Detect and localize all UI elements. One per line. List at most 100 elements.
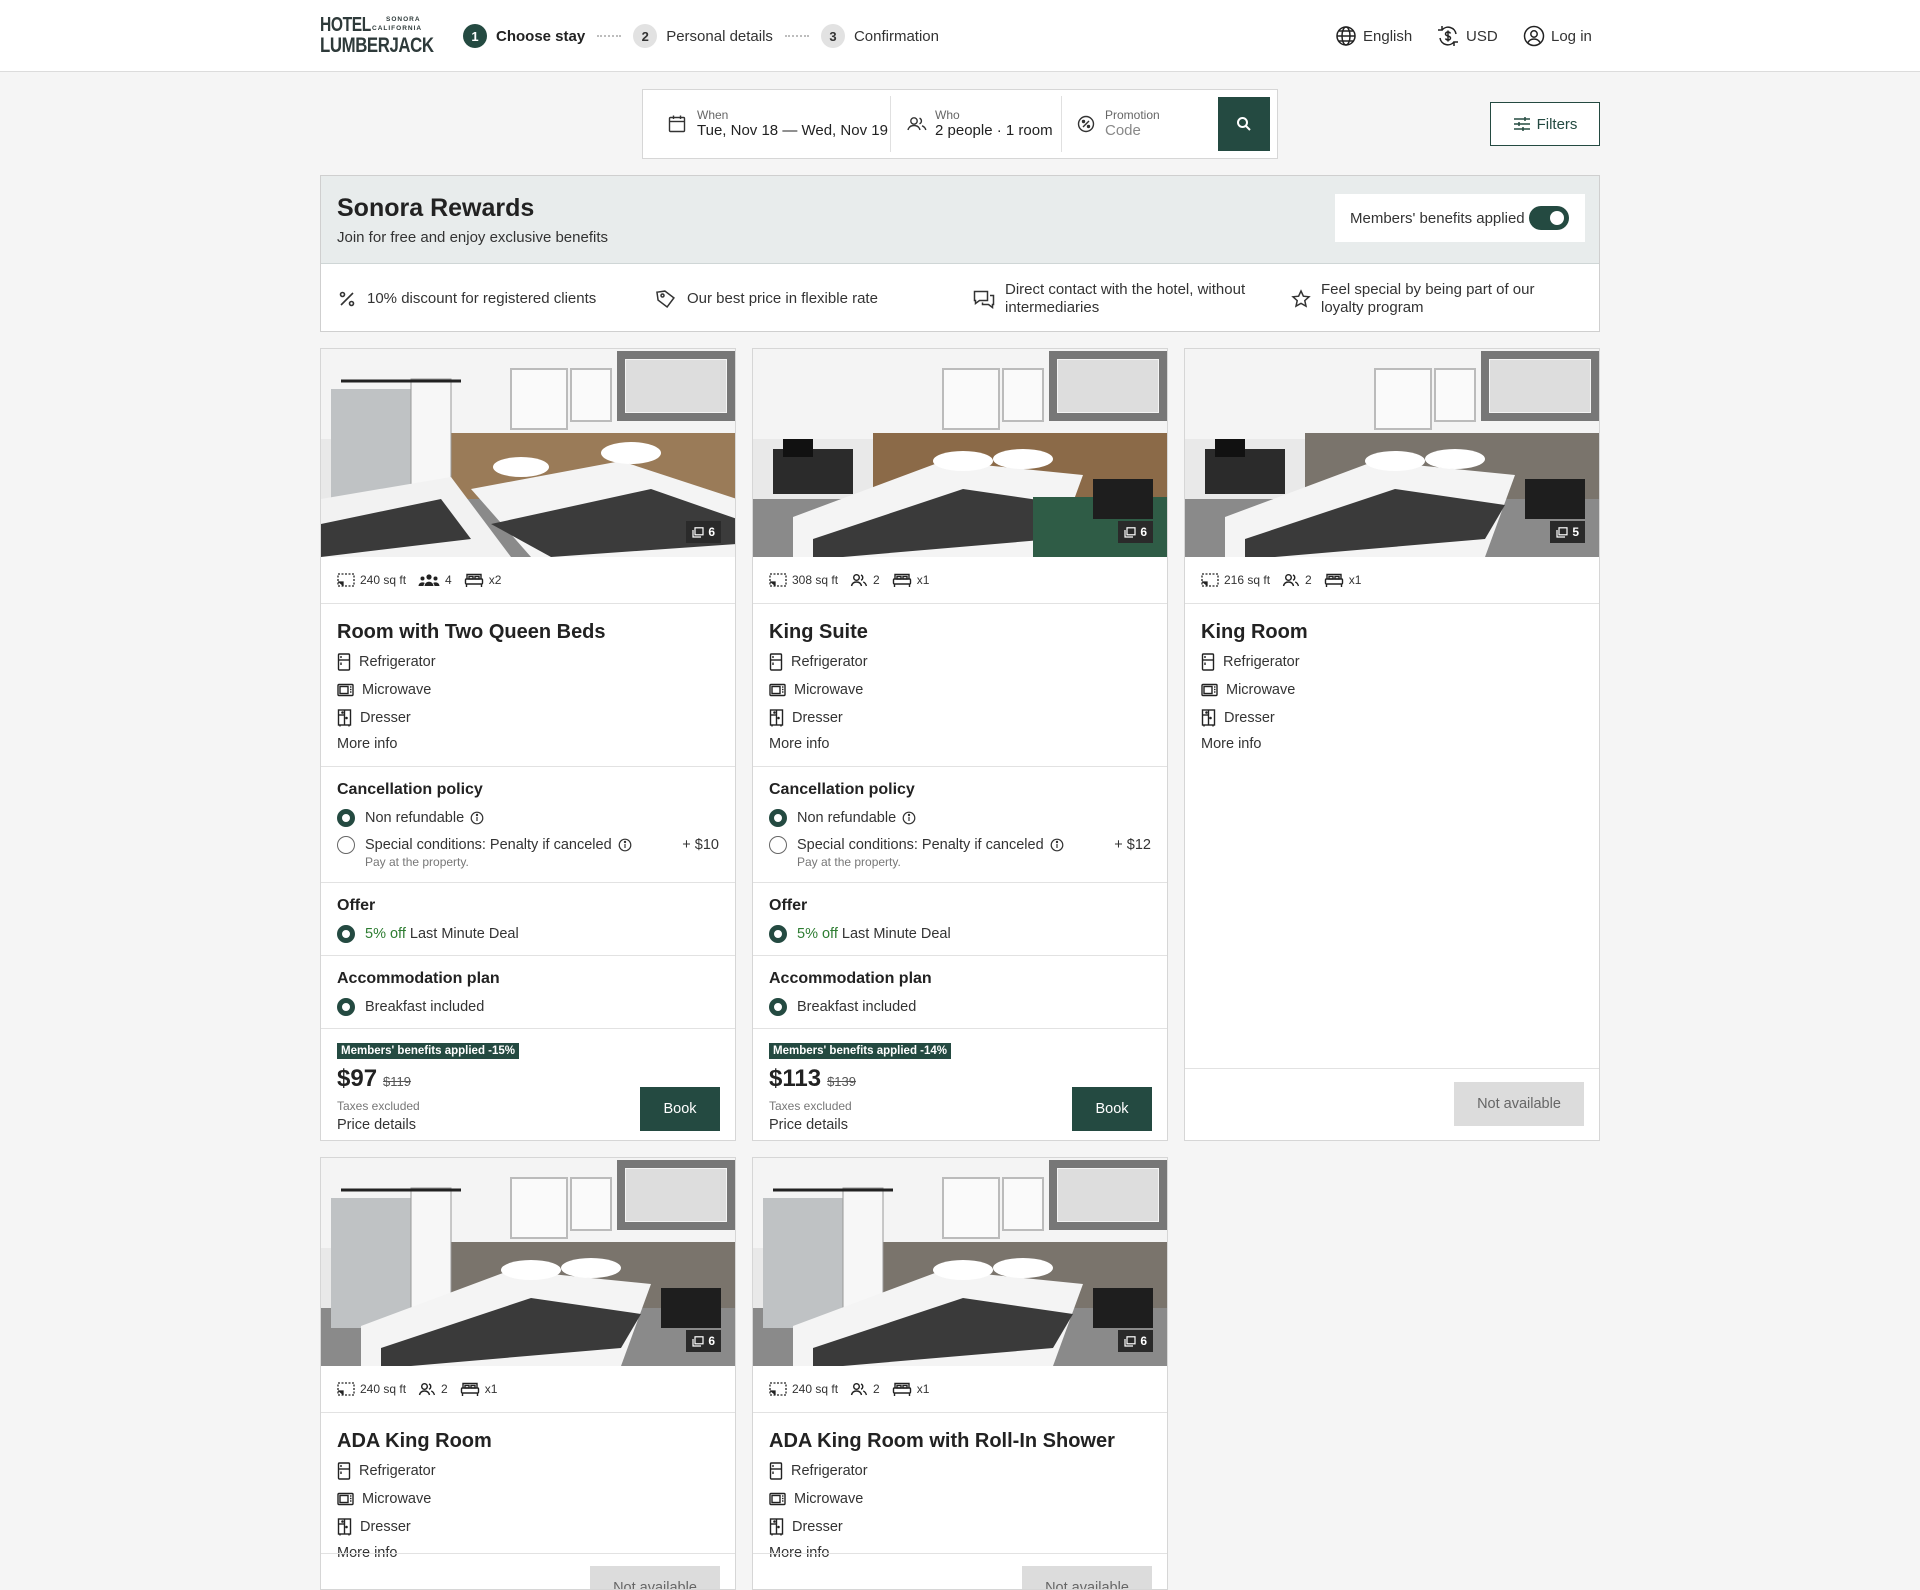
radio-selected[interactable] <box>769 809 787 827</box>
photo-count-badge[interactable]: 6 <box>1118 521 1153 543</box>
pay-note: Pay at the property. <box>797 855 901 869</box>
photo-count-badge[interactable]: 6 <box>686 521 721 543</box>
refrigerator-icon <box>337 1462 351 1480</box>
guests-field[interactable]: Who 2 people · 1 room <box>906 90 1053 158</box>
photo-count-badge[interactable]: 5 <box>1550 521 1585 543</box>
when-caption: When <box>697 108 729 122</box>
radio-unselected[interactable] <box>769 836 787 854</box>
taxes-note: Taxes excluded <box>769 1099 852 1113</box>
price: $113 <box>769 1065 822 1092</box>
calendar-icon <box>668 115 686 133</box>
photo-count-badge[interactable]: 6 <box>686 1330 721 1352</box>
radio-selected[interactable] <box>769 925 787 943</box>
room-card: 6 240 sq ft 2 x1 ADA King Room Refrigerator Mi… <box>320 1157 736 1590</box>
amenity-label: Microwave <box>362 682 432 698</box>
photo-count-badge[interactable]: 6 <box>1118 1330 1153 1352</box>
room-name: ADA King Room with Roll-In Shower <box>769 1430 1115 1452</box>
offer-section: Offer 5% off Last Minute Deal <box>753 883 1167 956</box>
step-choose-stay[interactable]: 1 Choose stay <box>463 24 585 48</box>
search-button[interactable] <box>1218 97 1270 151</box>
step-number: 1 <box>463 24 487 48</box>
room-photo-art <box>753 349 1167 557</box>
amenity-label: Refrigerator <box>791 654 868 670</box>
more-info-link[interactable]: More info <box>1201 732 1583 766</box>
price-details-link[interactable]: Price details <box>337 1117 416 1133</box>
step-label: Choose stay <box>496 27 586 45</box>
deal-percent: 5% off <box>365 926 406 942</box>
photo-count: 6 <box>1140 525 1147 539</box>
room-size-value: 240 sq ft <box>792 1382 839 1396</box>
room-photo[interactable]: 6 <box>321 349 735 557</box>
room-specs: 240 sq ft 4 x2 <box>321 557 735 604</box>
more-info-link[interactable]: More info <box>337 732 719 766</box>
amenity-label: Refrigerator <box>359 1463 436 1479</box>
login-label: Log in <box>1551 27 1592 45</box>
info-icon[interactable] <box>618 838 632 852</box>
room-info: Room with Two Queen Beds Refrigerator Micr… <box>321 604 735 767</box>
radio-selected[interactable] <box>337 925 355 943</box>
book-button[interactable]: Book <box>640 1087 720 1131</box>
room-photo[interactable]: 6 <box>321 1158 735 1366</box>
gallery-icon <box>692 1335 704 1347</box>
promo-code-field[interactable]: Promotion Code <box>1077 90 1160 158</box>
info-icon[interactable] <box>902 811 916 825</box>
filters-button[interactable]: Filters <box>1490 102 1600 146</box>
guests-icon <box>418 1383 436 1396</box>
room-size-value: 240 sq ft <box>360 1382 407 1396</box>
special-conditions-option[interactable]: Special conditions: Penalty if canceled +… <box>769 836 1151 854</box>
radio-selected[interactable] <box>337 998 355 1016</box>
benefit-item: Direct contact with the hotel, without i… <box>973 265 1263 332</box>
room-info: King Room Refrigerator Microwave Dresser Mor… <box>1185 604 1599 766</box>
amenity-item: Microwave <box>769 676 1151 704</box>
radio-selected[interactable] <box>337 809 355 827</box>
plan-option[interactable]: Breakfast included <box>337 998 719 1016</box>
amenity-label: Dresser <box>792 710 843 726</box>
room-photo[interactable]: 5 <box>1185 349 1599 557</box>
promo-caption: Promotion <box>1105 108 1160 122</box>
book-button[interactable]: Book <box>1072 1087 1152 1131</box>
room-guests: 2 <box>850 573 880 587</box>
members-benefits-toggle[interactable]: Members' benefits applied <box>1335 194 1585 242</box>
refrigerator-icon <box>1201 653 1215 671</box>
room-size: 308 sq ft <box>769 573 838 587</box>
login-button[interactable]: Log in <box>1523 24 1592 48</box>
room-size: 240 sq ft <box>769 1382 838 1396</box>
info-icon[interactable] <box>470 811 484 825</box>
price-box: Members' benefits applied -14% $113 $139 Ta… <box>753 1029 1167 1140</box>
option-label: Non refundable <box>365 810 465 826</box>
dresser-icon <box>769 709 784 727</box>
room-photo[interactable]: 6 <box>753 349 1167 557</box>
step-number: 2 <box>633 24 658 48</box>
user-circle-icon <box>1523 25 1545 47</box>
currency-selector[interactable]: USD <box>1436 24 1498 48</box>
amenity-item: Dresser <box>769 704 1151 732</box>
non-refundable-option[interactable]: Non refundable <box>769 809 1151 827</box>
radio-unselected[interactable] <box>337 836 355 854</box>
language-selector[interactable]: English <box>1335 24 1412 48</box>
microwave-icon <box>1201 683 1218 697</box>
more-info-link[interactable]: More info <box>769 732 1151 766</box>
price-details-link[interactable]: Price details <box>769 1117 848 1133</box>
guests-icon <box>1282 574 1300 587</box>
room-photo[interactable]: 6 <box>753 1158 1167 1366</box>
offer-option[interactable]: 5% off Last Minute Deal <box>769 925 1151 943</box>
room-guests-value: 2 <box>1305 573 1312 587</box>
offer-option[interactable]: 5% off Last Minute Deal <box>337 925 719 943</box>
info-icon[interactable] <box>1050 838 1064 852</box>
date-field[interactable]: When Tue, Nov 18 — Wed, Nov 19 <box>667 90 888 158</box>
non-refundable-option[interactable]: Non refundable <box>337 809 719 827</box>
currency-icon <box>1438 26 1458 46</box>
plan-option[interactable]: Breakfast included <box>769 998 1151 1016</box>
members-badge: Members' benefits applied -15% <box>337 1043 520 1059</box>
hotel-logo[interactable]: HOTEL SONORA CALIFORNIA LUMBERJACK <box>320 14 434 58</box>
radio-selected[interactable] <box>769 998 787 1016</box>
toggle-switch[interactable] <box>1529 206 1569 230</box>
logo-sub1: SONORA <box>386 16 421 23</box>
room-card: 6 240 sq ft 4 x2 Room with Two Queen Beds Ref… <box>320 348 736 1141</box>
room-info: ADA King Room Refrigerator Microwave Dresse… <box>321 1413 735 1575</box>
amenity-item: Microwave <box>337 676 719 704</box>
amenity-label: Refrigerator <box>1223 654 1300 670</box>
special-conditions-option[interactable]: Special conditions: Penalty if canceled +… <box>337 836 719 854</box>
extra-price: + $10 <box>682 837 719 853</box>
room-beds: x1 <box>892 572 929 588</box>
